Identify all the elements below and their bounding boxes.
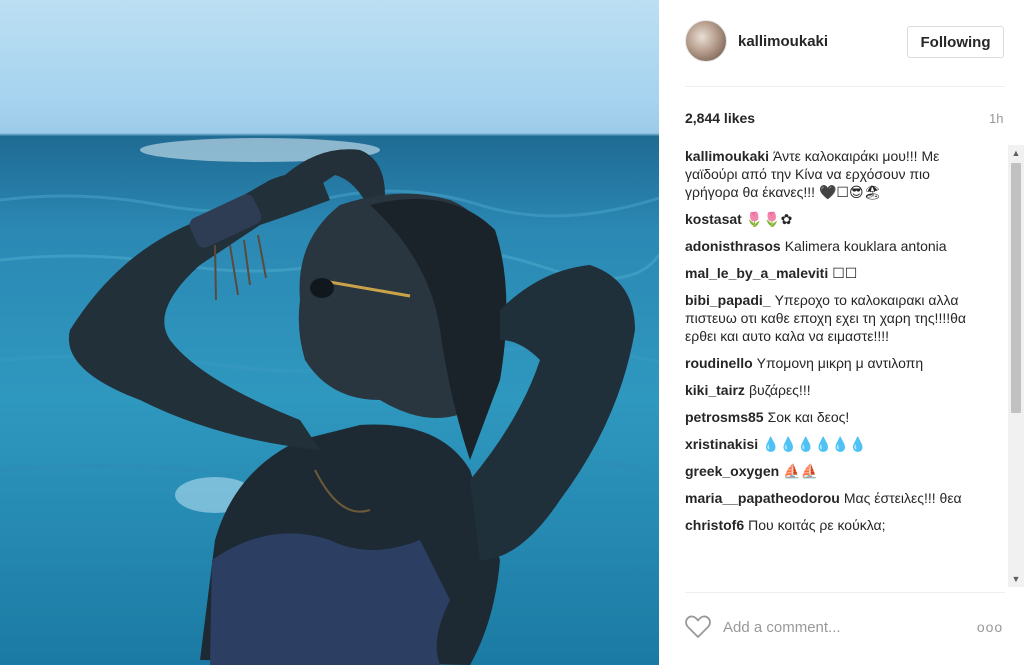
comment-text: Σοκ και δεος! bbox=[767, 409, 850, 425]
comment-item: bibi_papadi_ Υπεροχο το καλοκαιρακι αλλα … bbox=[685, 291, 987, 345]
comment-author[interactable]: petrosms85 bbox=[685, 409, 764, 425]
following-button[interactable]: Following bbox=[907, 26, 1004, 58]
comment-text: Μας έστειλες!!! θεα bbox=[843, 490, 962, 506]
comment-author[interactable]: kiki_tairz bbox=[685, 382, 745, 398]
header-divider bbox=[685, 86, 1005, 87]
comment-item: adonisthrasos Kalimera kouklara antonia bbox=[685, 237, 987, 255]
comment-text: ☐☐ bbox=[832, 265, 858, 281]
comment-item: maria__papatheodorou Μας έστειλες!!! θεα bbox=[685, 489, 987, 507]
comment-text: Υπομονη μικρη μ αντιλοπη bbox=[756, 355, 924, 371]
comment-text: βυζάρες!!! bbox=[748, 382, 811, 398]
heart-icon[interactable] bbox=[684, 614, 712, 640]
comment-author[interactable]: adonisthrasos bbox=[685, 238, 781, 254]
comment-scrollbar[interactable]: ▲ ▼ bbox=[1008, 145, 1024, 587]
comment-item: kiki_tairz βυζάρες!!! bbox=[685, 381, 987, 399]
scroll-thumb[interactable] bbox=[1011, 163, 1021, 413]
post-username[interactable]: kallimoukaki bbox=[738, 33, 828, 50]
footer-divider bbox=[685, 592, 1005, 593]
comment-author[interactable]: greek_oxygen bbox=[685, 463, 779, 479]
comment-item: xristinakisi 💧💧💧💧💧💧 bbox=[685, 435, 987, 453]
photo-illustration bbox=[0, 138, 659, 665]
comment-author[interactable]: roudinello bbox=[685, 355, 753, 371]
comment-item: greek_oxygen ⛵⛵ bbox=[685, 462, 987, 480]
comment-text: 💧💧💧💧💧💧 bbox=[762, 436, 867, 452]
more-options-icon[interactable]: ooo bbox=[975, 614, 1005, 640]
comment-item: mal_le_by_a_maleviti ☐☐ bbox=[685, 264, 987, 282]
post-timestamp[interactable]: 1h bbox=[989, 111, 1003, 126]
comment-text: Kalimera kouklara antonia bbox=[784, 238, 947, 254]
comment-item: christof6 Που κοιτάς ρε κούκλα; bbox=[685, 516, 987, 534]
comment-item: petrosms85 Σοκ και δεος! bbox=[685, 408, 987, 426]
comment-text: ⛵⛵ bbox=[783, 463, 819, 479]
comment-author[interactable]: maria__papatheodorou bbox=[685, 490, 840, 506]
comment-author[interactable]: xristinakisi bbox=[685, 436, 758, 452]
comment-item: kallimoukaki Άντε καλοκαιράκι μου!!! Με γ… bbox=[685, 147, 987, 201]
comment-author[interactable]: mal_le_by_a_maleviti bbox=[685, 265, 828, 281]
post-sidebar: kallimoukaki Following 2,844 likes 1h ka… bbox=[659, 0, 1024, 665]
likes-count[interactable]: 2,844 likes bbox=[685, 110, 755, 126]
comment-text: Που κοιτάς ρε κούκλα; bbox=[748, 517, 886, 533]
add-comment-input[interactable] bbox=[723, 614, 963, 640]
scroll-up-arrow-icon[interactable]: ▲ bbox=[1008, 145, 1024, 161]
comment-list: kallimoukaki Άντε καλοκαιράκι μου!!! Με γ… bbox=[685, 147, 987, 589]
post-photo[interactable] bbox=[0, 0, 659, 665]
comment-item: kostasat 🌷🌷✿ bbox=[685, 210, 987, 228]
comment-author[interactable]: bibi_papadi_ bbox=[685, 292, 771, 308]
avatar[interactable] bbox=[685, 20, 727, 62]
comment-author[interactable]: kallimoukaki bbox=[685, 148, 769, 164]
comment-author[interactable]: kostasat bbox=[685, 211, 742, 227]
comment-text: 🌷🌷✿ bbox=[745, 211, 793, 227]
comment-item: roudinello Υπομονη μικρη μ αντιλοπη bbox=[685, 354, 987, 372]
scroll-down-arrow-icon[interactable]: ▼ bbox=[1008, 571, 1024, 587]
comment-author[interactable]: christof6 bbox=[685, 517, 744, 533]
post-header: kallimoukaki Following bbox=[659, 0, 1024, 86]
